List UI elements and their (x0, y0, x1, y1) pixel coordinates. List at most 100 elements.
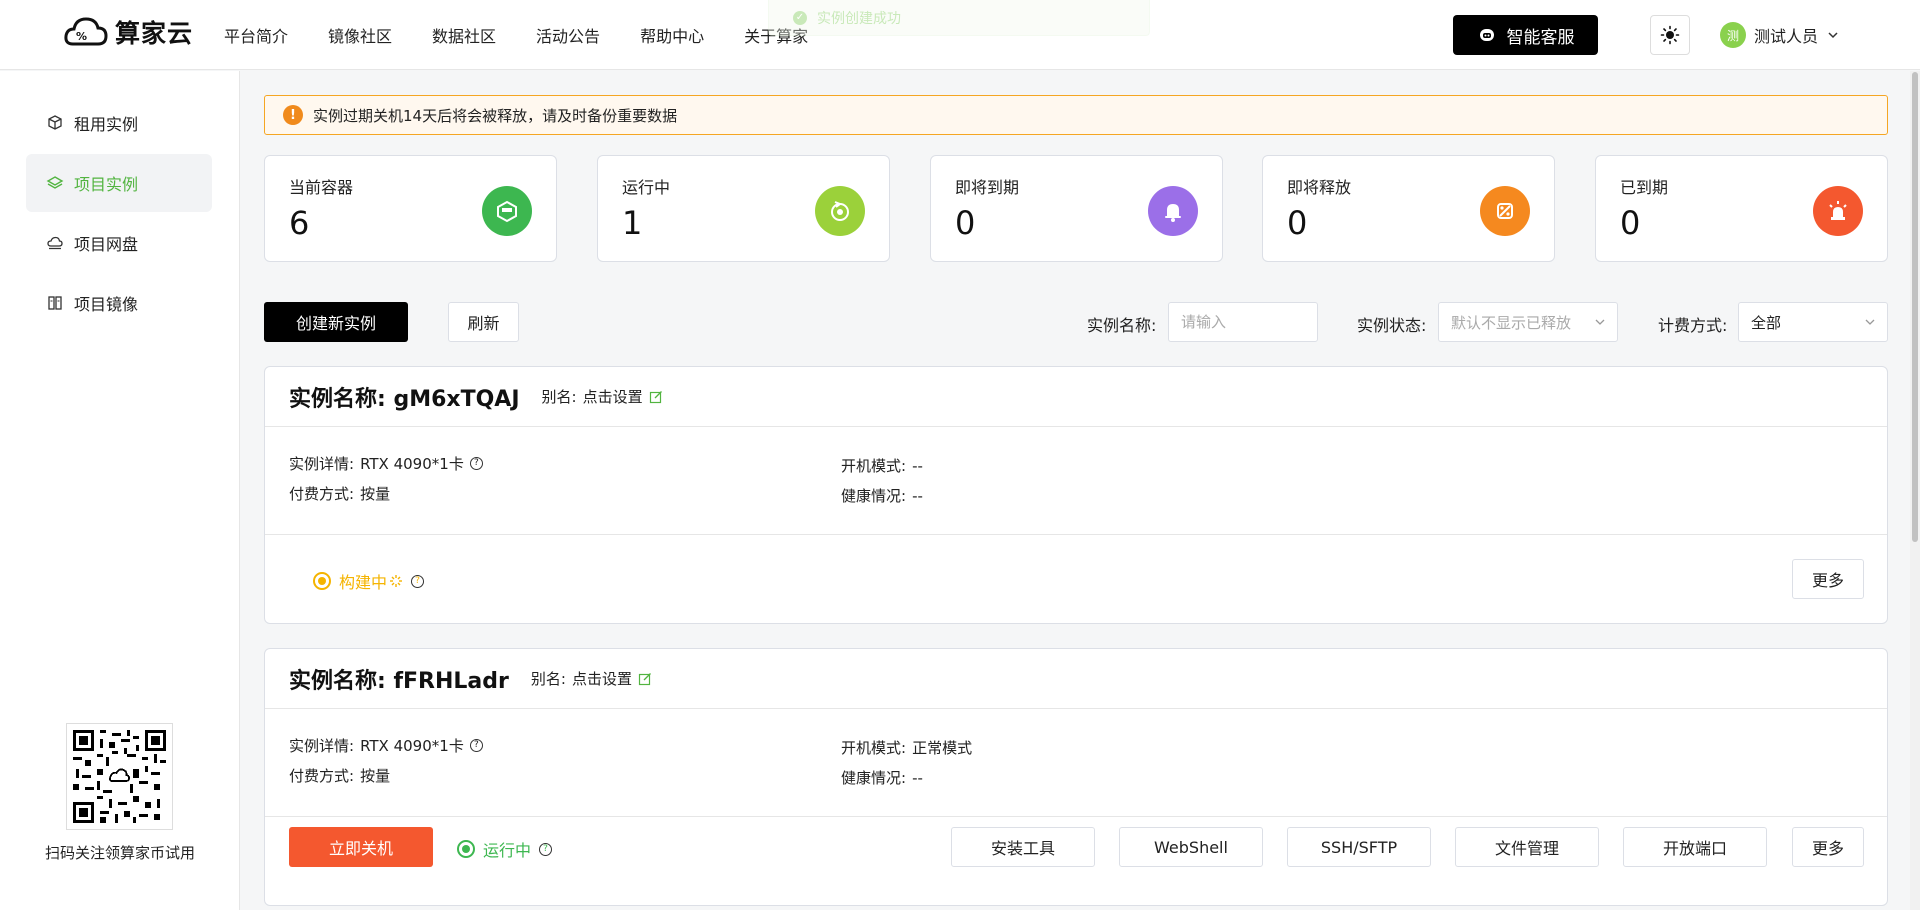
status-dot-icon (313, 572, 331, 590)
instance-card-header: 实例名称: gM6xTQAJ 别名: 点击设置 (265, 367, 1887, 427)
release-icon (1480, 186, 1530, 236)
file-manager-button[interactable]: 文件管理 (1455, 827, 1599, 867)
boot-label: 开机模式: (841, 739, 907, 757)
billing-label: 计费方式: (1658, 316, 1728, 335)
instance-card: 实例名称: fFRHLadr 别名: 点击设置 实例详情: RTX 4090*1… (264, 648, 1888, 906)
user-name: 测试人员 (1754, 27, 1819, 46)
ssh-sftp-button[interactable]: SSH/SFTP (1287, 827, 1431, 867)
instance-name-field[interactable] (1168, 302, 1318, 342)
instance-card: 实例名称: gM6xTQAJ 别名: 点击设置 实例详情: RTX 4090*1… (264, 366, 1888, 624)
instance-title: 实例名称: gM6xTQAJ (289, 386, 520, 412)
nav-item-help[interactable]: 帮助中心 (640, 23, 704, 47)
health-label: 健康情况: (841, 769, 907, 787)
health-status: 健康情况: -- (841, 485, 923, 506)
sidebar-item-rent-instance[interactable]: 租用实例 (26, 94, 212, 152)
instance-status-select[interactable]: 默认不显示已释放 (1438, 302, 1618, 342)
stat-card-releasing: 即将释放 0 (1262, 155, 1555, 262)
user-menu[interactable]: 测 测试人员 (1720, 22, 1840, 48)
top-navbar: % 算家云 平台简介 镜像社区 数据社区 活动公告 帮助中心 关于算家 ✓ 实例… (0, 0, 1920, 70)
brand-logo[interactable]: % 算家云 (63, 14, 193, 50)
webshell-button[interactable]: WebShell (1119, 827, 1263, 867)
instance-card-body: 实例详情: RTX 4090*1卡 ? 付费方式: 按量 开机模式: 正常模式 … (265, 709, 1887, 817)
boot-label: 开机模式: (841, 457, 907, 475)
sidebar-item-project-instance[interactable]: 项目实例 (26, 154, 212, 212)
shutdown-button[interactable]: 立即关机 (289, 827, 433, 867)
payment-method: 付费方式: 按量 (289, 483, 390, 504)
qr-code (66, 723, 173, 830)
stat-value: 0 (1620, 204, 1641, 242)
help-icon[interactable]: ? (539, 842, 553, 856)
sidebar-item-project-image[interactable]: 项目镜像 (26, 274, 212, 332)
instance-status-label: 实例状态: (1357, 316, 1427, 335)
alias-setter[interactable]: 别名: 点击设置 (531, 668, 652, 689)
boot-mode: 开机模式: 正常模式 (841, 737, 972, 758)
health-value: -- (912, 768, 923, 787)
instance-card-header: 实例名称: fFRHLadr 别名: 点击设置 (265, 649, 1887, 709)
more-button[interactable]: 更多 (1792, 827, 1864, 867)
billing-select[interactable]: 全部 (1738, 302, 1888, 342)
headset-icon (1479, 29, 1494, 41)
avatar: 测 (1720, 22, 1746, 48)
running-icon (815, 186, 865, 236)
help-icon[interactable]: ? (411, 574, 425, 588)
boot-mode: 开机模式: -- (841, 455, 923, 476)
page-scrollbar-thumb[interactable] (1912, 72, 1918, 542)
stat-label: 即将释放 (1287, 178, 1352, 197)
release-notice-banner: ! 实例过期关机14天后将会被释放，请及时备份重要数据 (264, 95, 1888, 135)
instance-card-footer: 立即关机 运行中 ? 安装工具 WebShell SSH/SFTP 文件管理 开… (265, 817, 1887, 905)
boot-value: 正常模式 (912, 739, 973, 757)
stat-label: 运行中 (622, 178, 671, 197)
instance-name-input[interactable] (1181, 313, 1305, 331)
pay-label: 付费方式: (289, 767, 355, 785)
pay-value: 按量 (360, 767, 391, 785)
install-tools-button[interactable]: 安装工具 (951, 827, 1095, 867)
stat-card-expiring: 即将到期 0 (930, 155, 1223, 262)
nav-item-image-community[interactable]: 镜像社区 (328, 23, 392, 47)
status-text: 运行中 (483, 841, 532, 860)
warning-icon: ! (283, 105, 303, 125)
theme-toggle-button[interactable] (1650, 15, 1690, 55)
image-icon (48, 296, 62, 310)
detail-value: RTX 4090*1卡 (360, 455, 464, 473)
more-button[interactable]: 更多 (1792, 559, 1864, 599)
sidebar-item-project-drive[interactable]: 项目网盘 (26, 214, 212, 272)
edit-icon[interactable] (649, 390, 663, 404)
instance-card-body: 实例详情: RTX 4090*1卡 ? 付费方式: 按量 开机模式: -- 健康… (265, 427, 1887, 535)
alias-setter[interactable]: 别名: 点击设置 (542, 386, 663, 407)
edit-icon[interactable] (638, 672, 652, 686)
help-icon[interactable]: ? (469, 739, 483, 752)
toast-text: 实例创建成功 (817, 10, 901, 27)
stat-value: 0 (1287, 204, 1308, 242)
alias-value: 点击设置 (582, 388, 643, 406)
notice-text: 实例过期关机14天后将会被释放，请及时备份重要数据 (313, 106, 678, 125)
alias-label: 别名: (530, 670, 566, 688)
create-instance-button[interactable]: 创建新实例 (264, 302, 408, 342)
smart-service-button[interactable]: 智能客服 (1453, 15, 1598, 55)
nav-item-announcements[interactable]: 活动公告 (536, 23, 600, 47)
check-icon: ✓ (793, 10, 807, 25)
smart-service-label: 智能客服 (1506, 27, 1575, 48)
alias-value: 点击设置 (571, 670, 632, 688)
billing-value: 全部 (1751, 313, 1782, 332)
nav-item-intro[interactable]: 平台简介 (224, 23, 288, 47)
detail-label: 实例详情: (289, 737, 355, 755)
sidebar-item-label: 租用实例 (74, 115, 139, 134)
chevron-down-icon (1828, 32, 1838, 39)
stat-card-expired: 已到期 0 (1595, 155, 1888, 262)
health-label: 健康情况: (841, 487, 907, 505)
refresh-button[interactable]: 刷新 (448, 302, 519, 342)
nav-item-data-community[interactable]: 数据社区 (432, 23, 496, 47)
instance-status-placeholder: 默认不显示已释放 (1451, 313, 1572, 332)
open-port-button[interactable]: 开放端口 (1623, 827, 1767, 867)
detail-label: 实例详情: (289, 455, 355, 473)
cube-icon (48, 115, 62, 130)
health-status: 健康情况: -- (841, 767, 923, 788)
instance-card-footer: 构建中 ? 更多 (265, 535, 1887, 623)
stat-value: 1 (622, 204, 643, 242)
help-icon[interactable]: ? (469, 457, 483, 470)
alarm-icon (1813, 186, 1863, 236)
cloud-drive-icon (47, 236, 63, 250)
main-nav: 平台简介 镜像社区 数据社区 活动公告 帮助中心 关于算家 (224, 0, 808, 70)
bell-icon (1148, 186, 1198, 236)
chevron-down-icon (1595, 319, 1605, 325)
